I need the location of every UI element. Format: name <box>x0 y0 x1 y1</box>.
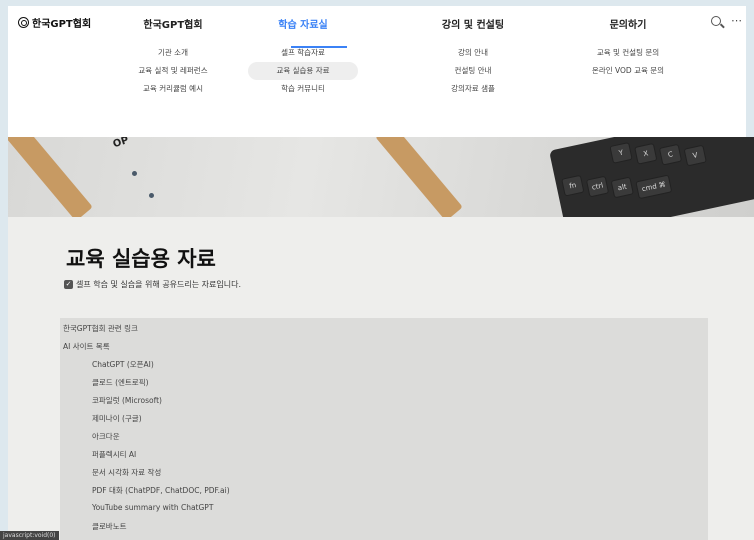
nav-group-learning: 학습 자료실 셀프 학습자료 교육 실습용 자료 학습 커뮤니티 <box>248 6 358 98</box>
nav-sub-lecture-samples[interactable]: 강의자료 샘플 <box>428 80 518 98</box>
page-subtitle-text: 셀프 학습 및 실습을 위해 공유드리는 자료입니다. <box>76 280 241 289</box>
link-item[interactable]: 제미나이 (구글) <box>92 413 142 424</box>
hero-text: OP <box>111 137 131 151</box>
nav-item-lecture[interactable]: 강의 및 컨설팅 <box>428 6 518 44</box>
header-actions: ⋯ <box>711 14 742 27</box>
hero-banner-image: OP Y X C V fn ctrl alt cmd ⌘ <box>8 137 754 217</box>
keyboard-image: Y X C V fn ctrl alt cmd ⌘ <box>549 137 754 217</box>
window-frame <box>0 137 8 540</box>
link-item[interactable]: 문서 시각화 자료 작성 <box>92 467 161 478</box>
link-item[interactable]: 아크다운 <box>92 431 120 442</box>
nav-sub-curriculum[interactable]: 교육 커리큘럼 예시 <box>128 80 218 98</box>
key: C <box>658 143 683 166</box>
hero-ruler-stripe <box>8 137 93 217</box>
link-item[interactable]: AI 사이트 목록 <box>63 341 110 352</box>
link-item[interactable]: 클로드 (엔트로픽) <box>92 377 149 388</box>
link-item[interactable]: PDF 대화 (ChatPDF, ChatDOC, PDF.ai) <box>92 485 230 496</box>
key: ctrl <box>585 175 610 198</box>
nav-group-contact: 문의하기 교육 및 컨설팅 문의 온라인 VOD 교육 문의 <box>568 6 688 80</box>
site-logo[interactable]: 한국GPT협회 <box>18 15 91 30</box>
nav-sub-intro[interactable]: 기관 소개 <box>128 44 218 62</box>
link-item[interactable]: 퍼플렉시티 AI <box>92 449 136 460</box>
nav-item-learning[interactable]: 학습 자료실 <box>248 6 358 44</box>
link-item[interactable]: YouTube summary with ChatGPT <box>92 503 213 512</box>
status-bar-url: javascript:void(0) <box>0 531 59 540</box>
key: fn <box>561 174 585 197</box>
logo-icon <box>18 17 29 28</box>
main-content: 교육 실습용 자료 ✓ 셀프 학습 및 실습을 위해 공유드리는 자료입니다. … <box>8 217 754 540</box>
checkbox-icon: ✓ <box>64 280 73 289</box>
page-subtitle: ✓ 셀프 학습 및 실습을 위해 공유드리는 자료입니다. <box>64 279 241 290</box>
key: X <box>634 142 658 165</box>
key: Y <box>609 142 633 164</box>
nav-sub-consulting-inquiry[interactable]: 교육 및 컨설팅 문의 <box>568 44 688 62</box>
nav-sub-lecture-info[interactable]: 강의 안내 <box>428 44 518 62</box>
key: V <box>683 144 707 167</box>
key: cmd ⌘ <box>635 174 673 200</box>
nav-sub-practice-materials[interactable]: 교육 실습용 자료 <box>248 62 358 80</box>
nav-sub-community[interactable]: 학습 커뮤니티 <box>248 80 358 98</box>
hero-ruler-stripe <box>375 137 463 217</box>
hero-dot <box>149 193 154 198</box>
link-list: 한국GPT협회 관련 링크 AI 사이트 목록 ChatGPT (오픈AI) 클… <box>60 318 708 540</box>
nav-sub-consulting-info[interactable]: 컨설팅 안내 <box>428 62 518 80</box>
nav-item-association[interactable]: 한국GPT협회 <box>128 6 218 44</box>
link-item[interactable]: ChatGPT (오픈AI) <box>92 359 154 370</box>
active-nav-underline <box>291 46 347 48</box>
hero-dot <box>132 171 137 176</box>
nav-group-lecture: 강의 및 컨설팅 강의 안내 컨설팅 안내 강의자료 샘플 <box>428 6 518 98</box>
nav-sub-vod-inquiry[interactable]: 온라인 VOD 교육 문의 <box>568 62 688 80</box>
nav-item-contact[interactable]: 문의하기 <box>568 6 688 44</box>
key: alt <box>610 176 634 199</box>
more-icon[interactable]: ⋯ <box>731 14 742 27</box>
site-header: 한국GPT협회 한국GPT협회 기관 소개 교육 실적 및 레퍼런스 교육 커리… <box>0 0 754 137</box>
link-item[interactable]: 한국GPT협회 관련 링크 <box>63 323 138 334</box>
link-item[interactable]: 클로바노트 <box>92 521 127 532</box>
nav-sub-references[interactable]: 교육 실적 및 레퍼런스 <box>128 62 218 80</box>
page-title: 교육 실습용 자료 <box>66 247 216 271</box>
nav-group-association: 한국GPT협회 기관 소개 교육 실적 및 레퍼런스 교육 커리큘럼 예시 <box>128 6 218 98</box>
logo-label: 한국GPT협회 <box>32 19 92 30</box>
link-item[interactable]: 코파일럿 (Microsoft) <box>92 395 162 406</box>
search-icon[interactable] <box>711 15 721 26</box>
